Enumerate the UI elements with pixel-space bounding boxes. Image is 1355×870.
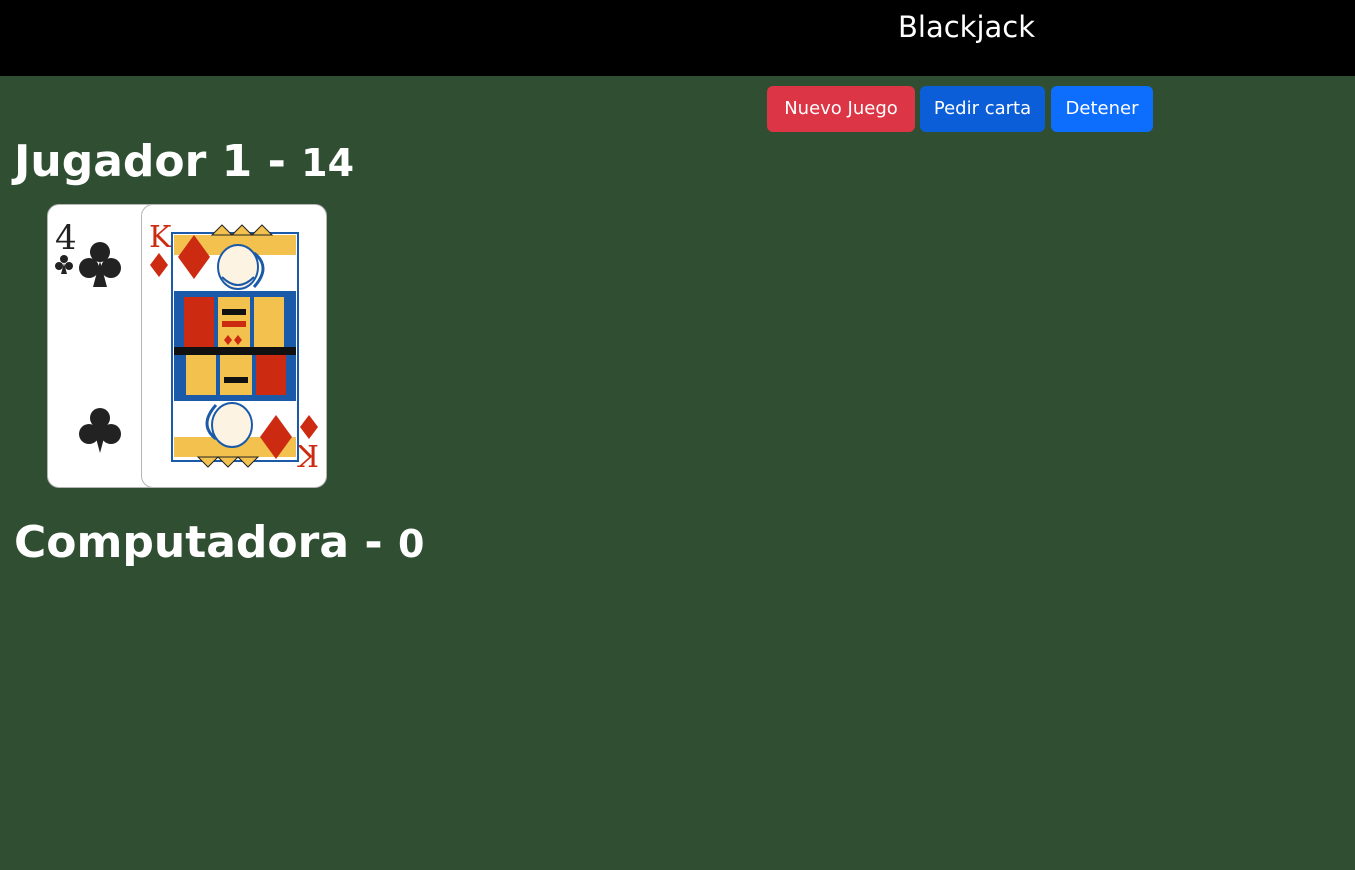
king-of-diamonds-card-face: K K — [149, 220, 319, 472]
player-score: 14 — [301, 141, 355, 185]
computer-heading: Computadora - 0 — [14, 517, 424, 568]
app-title: Blackjack — [898, 10, 1036, 44]
king-of-diamonds-card: K K — [141, 204, 327, 488]
club-pip-top — [79, 242, 121, 287]
top-bar: Blackjack — [0, 0, 1355, 76]
computer-name: Computadora — [14, 517, 350, 568]
club-pip-bottom — [79, 408, 121, 453]
card-rank-label: K — [149, 220, 172, 255]
ask-card-button[interactable]: Pedir carta — [920, 86, 1045, 132]
card-rank-label: 4 — [55, 218, 77, 258]
diamond-icon-bottom — [300, 415, 318, 439]
player-name: Jugador 1 — [14, 136, 253, 187]
king-portrait-icon — [171, 224, 299, 468]
card-rank-label-bottom: K — [296, 437, 319, 472]
diamond-icon — [150, 253, 168, 277]
player-separator: - — [252, 136, 302, 187]
computer-separator: - — [349, 517, 398, 568]
new-game-button[interactable]: Nuevo Juego — [767, 86, 915, 132]
player-heading: Jugador 1 - 14 — [14, 136, 354, 187]
stop-button[interactable]: Detener — [1051, 86, 1153, 132]
computer-score: 0 — [397, 522, 425, 566]
